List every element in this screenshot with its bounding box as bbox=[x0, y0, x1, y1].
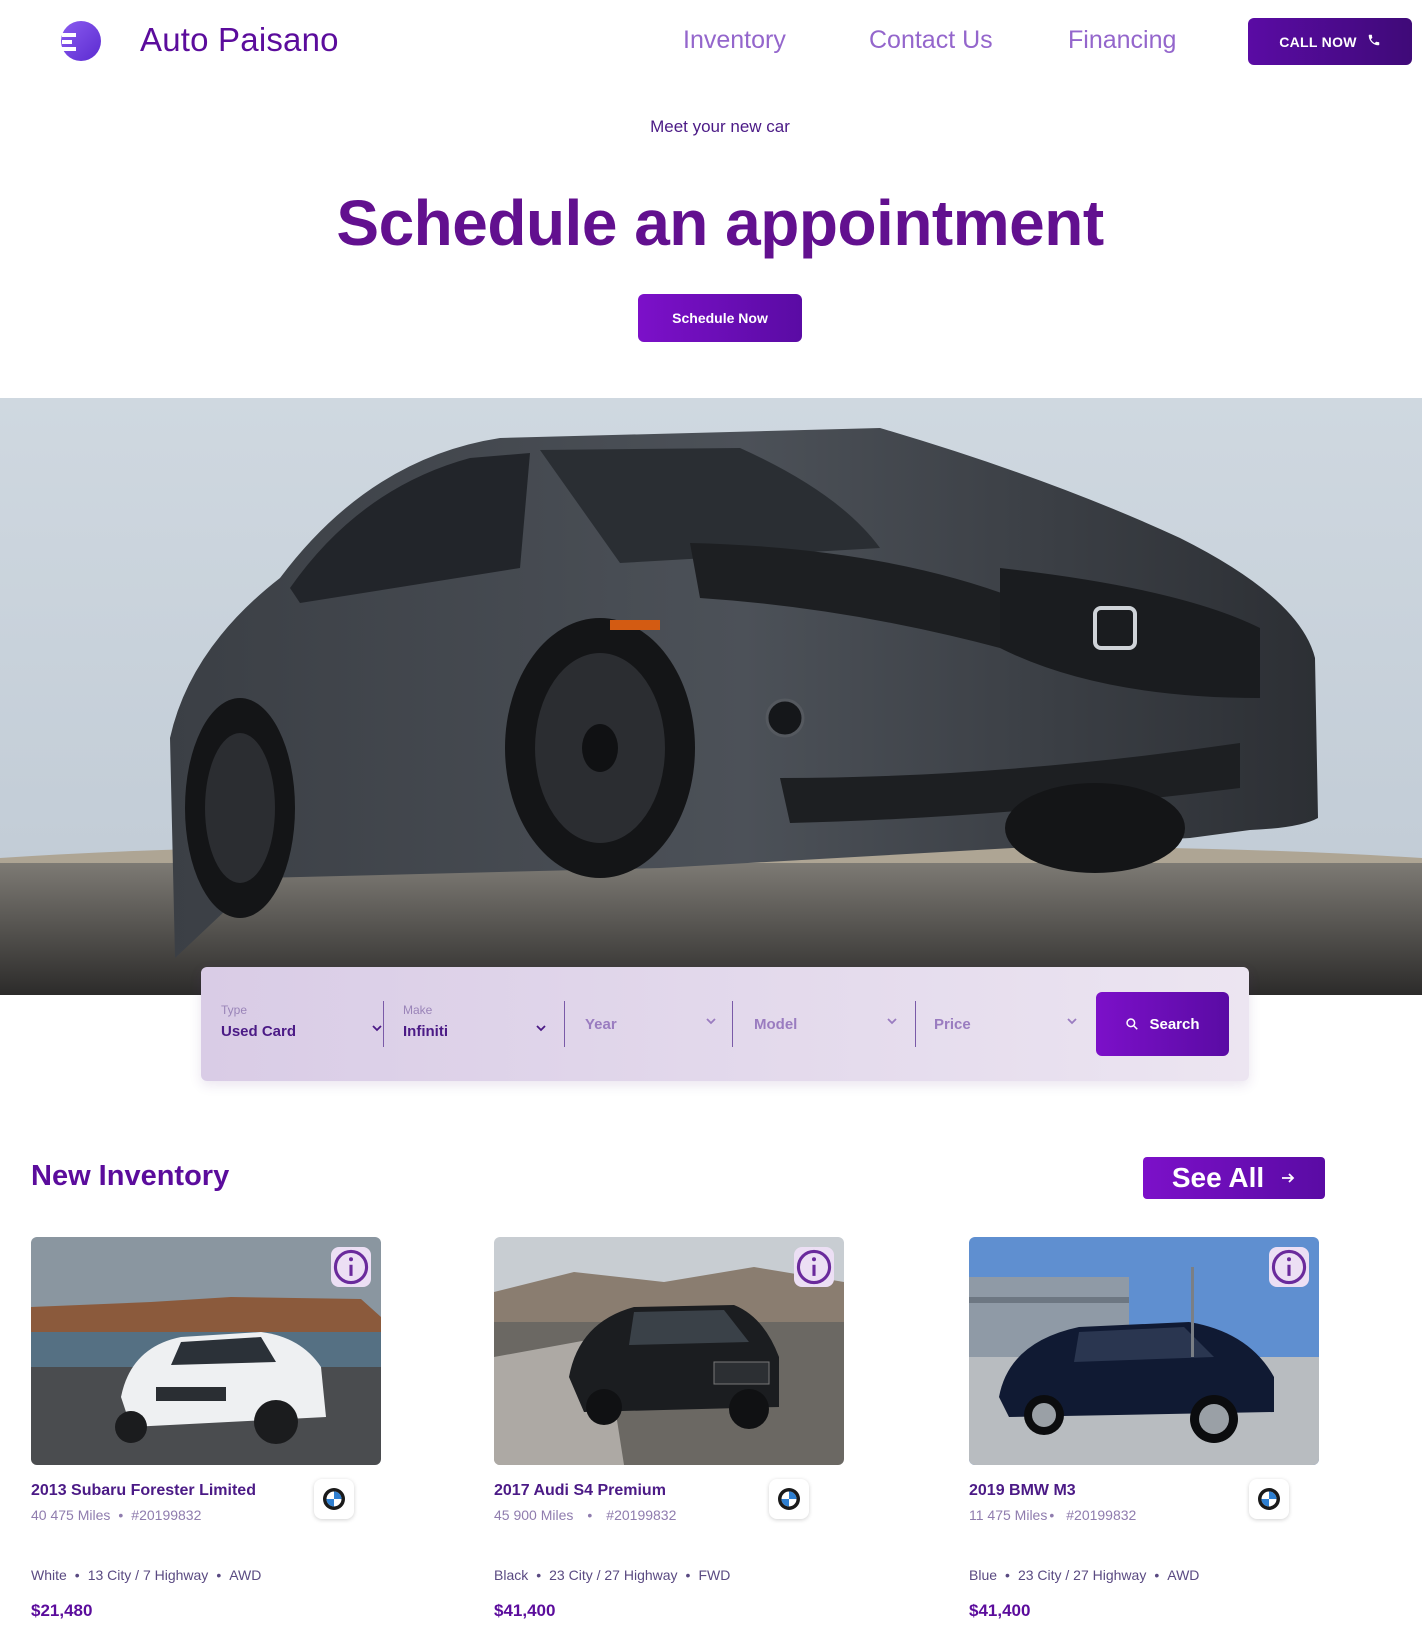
car-miles: 45 900 Miles bbox=[494, 1507, 574, 1523]
call-now-button[interactable]: CALL NOW bbox=[1248, 18, 1412, 65]
brand-name[interactable]: Auto Paisano bbox=[140, 21, 339, 59]
info-icon bbox=[333, 1249, 369, 1285]
see-all-button[interactable]: See All bbox=[1143, 1157, 1325, 1199]
make-label: Make bbox=[403, 1003, 433, 1017]
nav-financing[interactable]: Financing bbox=[1068, 26, 1176, 55]
search-button[interactable]: Search bbox=[1096, 992, 1229, 1056]
car-meta: 45 900 Miles • #20199832 bbox=[494, 1507, 677, 1523]
year-placeholder: Year bbox=[585, 1016, 617, 1033]
search-bar: Type Used Card Make Infiniti Year Model … bbox=[201, 967, 1249, 1081]
auto-paisano-logo-icon[interactable] bbox=[60, 20, 102, 62]
hero-car-image bbox=[0, 398, 1422, 995]
model-placeholder: Model bbox=[754, 1016, 798, 1033]
type-label: Type bbox=[221, 1003, 248, 1017]
car-color: White bbox=[31, 1567, 67, 1583]
chevron-down-icon bbox=[887, 1018, 897, 1025]
car-specs: Black • 23 City / 27 Highway • FWD bbox=[494, 1567, 731, 1583]
car-miles: 40 475 Miles bbox=[31, 1507, 111, 1523]
car-drive: FWD bbox=[698, 1567, 731, 1583]
car-name[interactable]: 2019 BMW M3 bbox=[969, 1482, 1076, 1500]
nav-inventory[interactable]: Inventory bbox=[683, 26, 786, 55]
car-color: Black bbox=[494, 1567, 529, 1583]
car-stock-number: #20199832 bbox=[606, 1507, 677, 1523]
price-select[interactable]: Price bbox=[934, 967, 1084, 1081]
divider bbox=[564, 1001, 565, 1047]
divider bbox=[383, 1001, 384, 1047]
car-photo[interactable] bbox=[969, 1237, 1319, 1465]
schedule-now-button[interactable]: Schedule Now bbox=[638, 294, 802, 342]
car-photo[interactable] bbox=[31, 1237, 381, 1465]
car-price: $41,400 bbox=[494, 1601, 556, 1620]
arrow-right-icon bbox=[1282, 1173, 1295, 1183]
divider bbox=[915, 1001, 916, 1047]
bmw-logo-icon bbox=[314, 1479, 354, 1519]
chevron-down-icon bbox=[706, 1018, 716, 1025]
info-button[interactable] bbox=[794, 1247, 834, 1287]
nav-contact-us[interactable]: Contact Us bbox=[869, 26, 993, 55]
see-all-label: See All bbox=[1171, 1162, 1265, 1193]
car-price: $21,480 bbox=[31, 1601, 93, 1620]
year-select[interactable]: Year bbox=[585, 967, 716, 1081]
car-meta: 11 475 Miles • #20199832 bbox=[969, 1507, 1137, 1523]
car-photo[interactable] bbox=[494, 1237, 844, 1465]
car-mpg: 23 City / 27 Highway bbox=[549, 1567, 678, 1583]
car-drive: AWD bbox=[1167, 1567, 1200, 1583]
car-drive: AWD bbox=[229, 1567, 262, 1583]
type-value: Used Card bbox=[221, 1023, 297, 1040]
chevron-down-icon bbox=[372, 1025, 382, 1032]
car-mpg: 13 City / 7 Highway bbox=[87, 1567, 209, 1583]
car-mpg: 23 City / 27 Highway bbox=[1017, 1567, 1147, 1583]
bmw-logo-icon bbox=[1249, 1479, 1289, 1519]
divider bbox=[732, 1001, 733, 1047]
price-placeholder: Price bbox=[934, 1016, 971, 1033]
car-miles: 11 475 Miles bbox=[969, 1507, 1048, 1523]
car-color: Blue bbox=[969, 1567, 998, 1583]
inventory-card[interactable]: 2013 Subaru Forester Limited 40 475 Mile… bbox=[31, 1237, 381, 1620]
info-button[interactable] bbox=[331, 1247, 371, 1287]
bmw-logo-icon bbox=[769, 1479, 809, 1519]
car-meta: 40 475 Miles • #20199832 bbox=[31, 1507, 202, 1523]
car-specs: White • 13 City / 7 Highway • AWD bbox=[31, 1567, 262, 1583]
info-icon bbox=[796, 1249, 832, 1285]
chevron-down-icon bbox=[536, 1025, 546, 1032]
inventory-card[interactable]: 2019 BMW M3 11 475 Miles • #20199832 Blue •… bbox=[969, 1237, 1319, 1620]
make-value: Infiniti bbox=[403, 1023, 448, 1040]
make-select[interactable]: Make Infiniti bbox=[403, 967, 553, 1081]
phone-icon bbox=[1367, 33, 1381, 50]
new-inventory-title: New Inventory bbox=[31, 1160, 230, 1192]
car-price: $41,400 bbox=[969, 1601, 1031, 1620]
car-name[interactable]: 2017 Audi S4 Premium bbox=[494, 1482, 666, 1500]
type-select[interactable]: Type Used Card bbox=[221, 967, 382, 1081]
hero-title: Schedule an appointment bbox=[336, 187, 1104, 259]
info-icon bbox=[1271, 1249, 1307, 1285]
search-button-label: Search bbox=[1149, 1015, 1200, 1033]
inventory-card[interactable]: 2017 Audi S4 Premium 45 900 Miles • #20199… bbox=[494, 1237, 844, 1620]
car-stock-number: #20199832 bbox=[131, 1507, 202, 1523]
info-button[interactable] bbox=[1269, 1247, 1309, 1287]
model-select[interactable]: Model bbox=[754, 967, 904, 1081]
search-icon bbox=[1126, 1018, 1139, 1030]
hero-eyebrow: Meet your new car bbox=[650, 117, 790, 136]
car-stock-number: #20199832 bbox=[1066, 1507, 1137, 1523]
car-name[interactable]: 2013 Subaru Forester Limited bbox=[31, 1482, 256, 1500]
call-now-label: CALL NOW bbox=[1279, 33, 1357, 50]
chevron-down-icon bbox=[1067, 1018, 1077, 1025]
car-specs: Blue • 23 City / 27 Highway • AWD bbox=[969, 1567, 1200, 1583]
